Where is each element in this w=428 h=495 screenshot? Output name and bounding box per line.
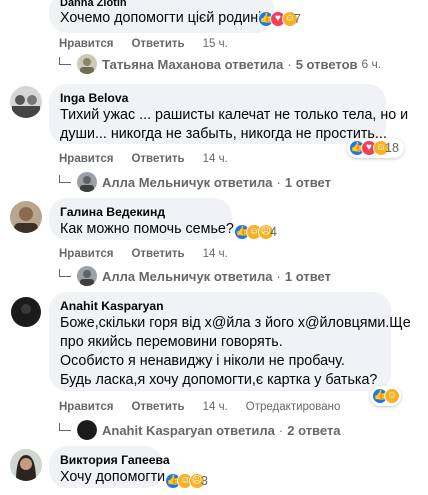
reaction-summary[interactable]: 👍 ♥ ☺ 18 [347,138,404,158]
replies-link[interactable]: Алла Мельничук ответила · 1 ответ [59,172,331,192]
reply-author: Алла Мельничук [102,268,211,284]
separator: · [276,268,281,284]
comment-bubble: Виктория Гапеева Хочу допомогти [49,446,170,488]
reply-link[interactable]: Ответить [131,401,184,413]
like-link[interactable]: Нравится [59,248,113,260]
comment-author[interactable]: Danna Zlotin [60,0,264,9]
comment-time[interactable]: 15 ч. [203,38,228,50]
reaction-count: 3 [201,474,208,488]
like-link[interactable]: Нравится [59,38,113,50]
comment-author[interactable]: Галина Ведекинд [60,205,221,220]
comment-actions: Нравится Ответить 14 ч. [59,248,246,260]
comment-text-line: Боже,скільки горя від х@йла з його х@йло… [60,315,411,331]
replies-link[interactable]: Anahit Kasparyan ответила · 2 ответа [59,420,341,440]
reaction-summary[interactable]: 👍 ☺ ☹ 3 [165,471,208,491]
reply-arrow-icon [59,269,71,277]
comment-author[interactable]: Anahit Kasparyan [60,299,380,314]
reply-link[interactable]: Ответить [131,153,184,165]
comment-author[interactable]: Виктория Гапеева [60,453,170,468]
reply-time: 6 ч. [361,57,382,71]
avatar[interactable] [10,86,42,118]
reply-author: Алла Мельничук [102,174,211,190]
avatar[interactable] [10,449,42,481]
avatar [77,266,97,286]
comment-text-line: Особисто я ненавиджу і ніколи не пробачу… [60,353,345,369]
reaction-summary[interactable]: 👍 ♥ ☺ 7 [258,9,301,29]
replies-link[interactable]: Татьяна Маханова ответила · 5 ответов 6 … [59,54,381,74]
care-reaction-icon: ☺ [384,388,400,404]
separator: · [276,174,281,190]
separator: · [287,56,292,72]
reaction-summary[interactable]: 👍 ☺ ☹ 4 [234,222,277,242]
reply-arrow-icon [59,57,71,65]
like-link[interactable]: Нравится [59,401,113,413]
avatar[interactable] [10,201,42,233]
edited-label[interactable]: Отредактировано [246,401,341,413]
comment-bubble: Anahit Kasparyan Боже,скільки горя від х… [49,292,411,391]
reply-author: Татьяна Маханова [102,56,222,72]
avatar [77,420,97,440]
reply-verb: ответила [216,422,275,438]
separator: · [278,422,284,438]
comment-text: Хочу допомогти [60,469,166,485]
comment-actions: Нравится Ответить 15 ч. [59,38,246,50]
comment-author[interactable]: Inga Belova [60,91,375,106]
comment-bubble: Inga Belova Тихий ужас ... рашисты калеч… [49,84,409,144]
comment-bubble: Danna Zlotin Хочемо допомогти цієй родин… [49,0,275,33]
reply-count: 1 ответ [284,174,331,190]
comment-text-line: Тихий ужас ... рашисты калечат не только… [60,107,409,123]
comment-text: Хочемо допомогти цієй родині [60,10,262,26]
comment-actions: Нравится Ответить 14 ч. Отредактировано [59,401,340,413]
reply-count: 1 ответ [284,268,331,284]
avatar [77,172,97,192]
comment-time[interactable]: 14 ч. [203,248,228,260]
reaction-count: 4 [270,225,277,239]
reply-link[interactable]: Ответить [131,248,184,260]
avatar [77,54,97,74]
comment-time[interactable]: 14 ч. [203,401,228,413]
comment-text-line: души... никогда не забыть, никогда не пр… [60,126,387,142]
reaction-summary[interactable]: 👍 ☺ [370,386,401,406]
reply-count: 5 ответов [295,56,358,72]
reply-arrow-icon [59,175,71,183]
reply-verb: ответила [224,56,284,72]
comment-time[interactable]: 14 ч. [203,153,228,165]
comment-text-line: про якийсь перемовини говорять. [60,334,283,350]
comment-text-line: Будь ласка,я хочу допомогти,є картка у б… [60,372,378,388]
like-link[interactable]: Нравится [59,153,113,165]
reply-count: 2 ответа [287,422,341,438]
comment-actions: Нравится Ответить 14 ч. [59,153,246,165]
reaction-count: 18 [385,141,399,155]
reaction-count: 7 [294,12,301,26]
avatar[interactable] [10,296,42,328]
comment-text: Как можно помочь семье? [60,221,234,237]
reply-arrow-icon [59,423,71,431]
reply-verb: ответила [213,174,273,190]
reply-author: Anahit Kasparyan [102,422,213,438]
reply-verb: ответила [213,268,273,284]
replies-link[interactable]: Алла Мельничук ответила · 1 ответ [59,266,331,286]
comment-bubble: Галина Ведекинд Как можно помочь семье? [49,198,234,240]
reply-link[interactable]: Ответить [131,38,184,50]
